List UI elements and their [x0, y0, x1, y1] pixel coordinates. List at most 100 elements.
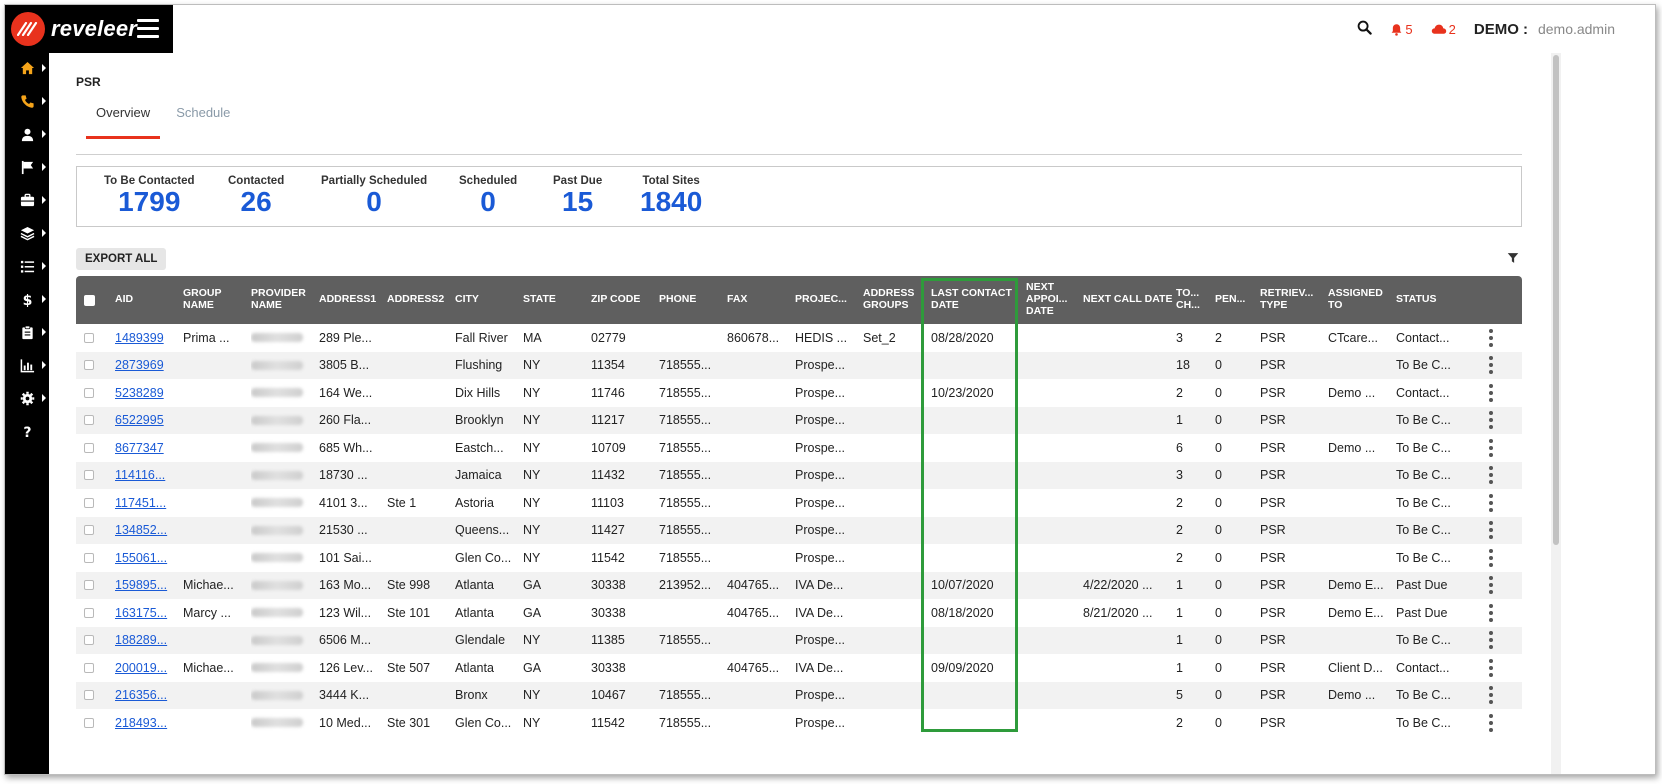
- user-menu[interactable]: DEMO : demo.admin: [1474, 21, 1615, 38]
- row-checkbox[interactable]: [84, 717, 94, 728]
- more-options-icon[interactable]: [1485, 547, 1497, 569]
- more-options-icon[interactable]: [1485, 574, 1497, 596]
- table-row[interactable]: 200019... Michae... 126 Lev... Ste 507 Atlan…: [76, 654, 1522, 682]
- row-checkbox[interactable]: [84, 442, 94, 453]
- more-options-icon[interactable]: [1485, 464, 1497, 486]
- more-options-icon[interactable]: [1485, 382, 1497, 404]
- column-header-group[interactable]: GROUP NAME: [183, 276, 247, 324]
- column-header-address2[interactable]: ADDRESS2: [387, 276, 451, 324]
- more-options-icon[interactable]: [1485, 492, 1497, 514]
- more-options-icon[interactable]: [1485, 602, 1497, 624]
- row-checkbox[interactable]: [84, 415, 94, 426]
- nav-briefcase-icon[interactable]: [5, 185, 49, 215]
- column-header-status[interactable]: STATUS: [1396, 276, 1476, 324]
- column-header-to-ch[interactable]: TO... CH...: [1176, 276, 1212, 324]
- table-row[interactable]: 1489399 Prima ... 289 Ple... Fall River MA 02…: [76, 324, 1522, 352]
- stat-partially-scheduled[interactable]: Partially Scheduled 0: [321, 175, 427, 218]
- aid-link[interactable]: 159895...: [115, 578, 167, 592]
- row-checkbox[interactable]: [84, 497, 94, 508]
- app-logo[interactable]: reveleer: [5, 5, 173, 53]
- aid-link[interactable]: 134852...: [115, 523, 167, 537]
- table-row[interactable]: 6522995 260 Fla... Brooklyn NY 11217 718555..…: [76, 406, 1522, 434]
- column-header-state[interactable]: STATE: [523, 276, 587, 324]
- more-options-icon[interactable]: [1485, 409, 1497, 431]
- table-row[interactable]: 2873969 3805 B... Flushing NY 11354 718555...…: [76, 351, 1522, 379]
- tab-schedule[interactable]: Schedule: [166, 101, 240, 139]
- more-options-icon[interactable]: [1485, 327, 1497, 349]
- row-checkbox[interactable]: [84, 360, 94, 371]
- menu-icon[interactable]: [137, 19, 159, 39]
- table-row[interactable]: 5238289 164 We... Dix Hills NY 11746 718555..…: [76, 379, 1522, 407]
- scrollbar-thumb[interactable]: [1553, 55, 1559, 545]
- row-checkbox[interactable]: [84, 387, 94, 398]
- aid-link[interactable]: 155061...: [115, 551, 167, 565]
- more-options-icon[interactable]: [1485, 629, 1497, 651]
- aid-link[interactable]: 5238289: [115, 386, 164, 400]
- row-checkbox[interactable]: [84, 690, 94, 701]
- notifications-button[interactable]: 5: [1390, 22, 1413, 37]
- stat-scheduled[interactable]: Scheduled 0: [459, 175, 517, 218]
- row-checkbox[interactable]: [84, 580, 94, 591]
- row-checkbox[interactable]: [84, 635, 94, 646]
- more-options-icon[interactable]: [1485, 519, 1497, 541]
- column-header-last-contact[interactable]: LAST CONTACT DATE: [931, 276, 1023, 324]
- filter-icon[interactable]: [1507, 251, 1519, 269]
- aid-link[interactable]: 117451...: [115, 496, 166, 510]
- nav-layers-icon[interactable]: [5, 218, 49, 248]
- nav-dollar-icon[interactable]: $: [5, 284, 49, 314]
- row-checkbox[interactable]: [84, 662, 94, 673]
- aid-link[interactable]: 216356...: [115, 688, 167, 702]
- column-header-provider[interactable]: PROVIDER NAME: [251, 276, 315, 324]
- nav-gear-icon[interactable]: [5, 383, 49, 413]
- vertical-scrollbar[interactable]: [1551, 53, 1561, 774]
- nav-chart-icon[interactable]: [5, 350, 49, 380]
- export-all-button[interactable]: EXPORT ALL: [76, 248, 167, 270]
- aid-link[interactable]: 8677347: [115, 441, 164, 455]
- aid-link[interactable]: 188289...: [115, 633, 167, 647]
- aid-link[interactable]: 1489399: [115, 331, 164, 345]
- nav-clipboard-icon[interactable]: [5, 317, 49, 347]
- column-header-next-call[interactable]: NEXT CALL DATE: [1083, 276, 1173, 324]
- row-checkbox[interactable]: [84, 607, 94, 618]
- table-row[interactable]: 216356... 3444 K... Bronx NY 10467 718555... P…: [76, 681, 1522, 709]
- tab-overview[interactable]: Overview: [86, 101, 161, 139]
- more-options-icon[interactable]: [1485, 354, 1497, 376]
- more-options-icon[interactable]: [1485, 437, 1497, 459]
- stat-contacted[interactable]: Contacted 26: [228, 175, 284, 218]
- column-header-pen[interactable]: PEN...: [1215, 276, 1257, 324]
- column-header-zip[interactable]: ZIP CODE: [591, 276, 655, 324]
- nav-flag-icon[interactable]: [5, 152, 49, 182]
- column-header-address1[interactable]: ADDRESS1: [319, 276, 383, 324]
- column-header-next-appt[interactable]: NEXT APPOI... DATE: [1026, 276, 1080, 324]
- column-header-project[interactable]: PROJEC...: [795, 276, 859, 324]
- column-header-city[interactable]: CITY: [455, 276, 519, 324]
- nav-phone-icon[interactable]: [5, 86, 49, 116]
- row-checkbox[interactable]: [84, 525, 94, 536]
- column-header-assigned[interactable]: ASSIGNED TO: [1328, 276, 1392, 324]
- select-all-checkbox[interactable]: [84, 276, 95, 324]
- column-header-phone[interactable]: PHONE: [659, 276, 723, 324]
- table-row[interactable]: 159895... Michae... 163 Mo... Ste 998 Atlant…: [76, 571, 1522, 599]
- aid-link[interactable]: 114116...: [115, 468, 165, 482]
- table-row[interactable]: 163175... Marcy ... 123 Wil... Ste 101 Atlan…: [76, 599, 1522, 627]
- more-options-icon[interactable]: [1485, 712, 1497, 734]
- column-header-aid[interactable]: AID: [115, 276, 179, 324]
- nav-users-icon[interactable]: [5, 119, 49, 149]
- table-row[interactable]: 117451... 4101 3... Ste 1 Astoria NY 11103 718…: [76, 489, 1522, 517]
- aid-link[interactable]: 200019...: [115, 661, 167, 675]
- more-options-icon[interactable]: [1485, 684, 1497, 706]
- nav-help-icon[interactable]: ?: [5, 416, 49, 446]
- column-header-address-groups[interactable]: ADDRESS GROUPS: [863, 276, 927, 324]
- table-row[interactable]: 155061... 101 Sai... Glen Co... NY 11542 7185…: [76, 544, 1522, 572]
- row-checkbox[interactable]: [84, 470, 94, 481]
- column-header-fax[interactable]: FAX: [727, 276, 791, 324]
- stat-total-sites[interactable]: Total Sites 1840: [640, 175, 702, 218]
- table-row[interactable]: 188289... 6506 M... Glendale NY 11385 718555.…: [76, 626, 1522, 654]
- aid-link[interactable]: 163175...: [115, 606, 167, 620]
- nav-list-icon[interactable]: [5, 251, 49, 281]
- table-row[interactable]: 8677347 685 Wh... Eastch... NY 10709 718555..…: [76, 434, 1522, 462]
- table-row[interactable]: 134852... 21530 ... Queens... NY 11427 718555…: [76, 516, 1522, 544]
- aid-link[interactable]: 2873969: [115, 358, 164, 372]
- column-header-retrieval[interactable]: RETRIEV... TYPE: [1260, 276, 1324, 324]
- cloud-status-button[interactable]: 2: [1431, 22, 1456, 37]
